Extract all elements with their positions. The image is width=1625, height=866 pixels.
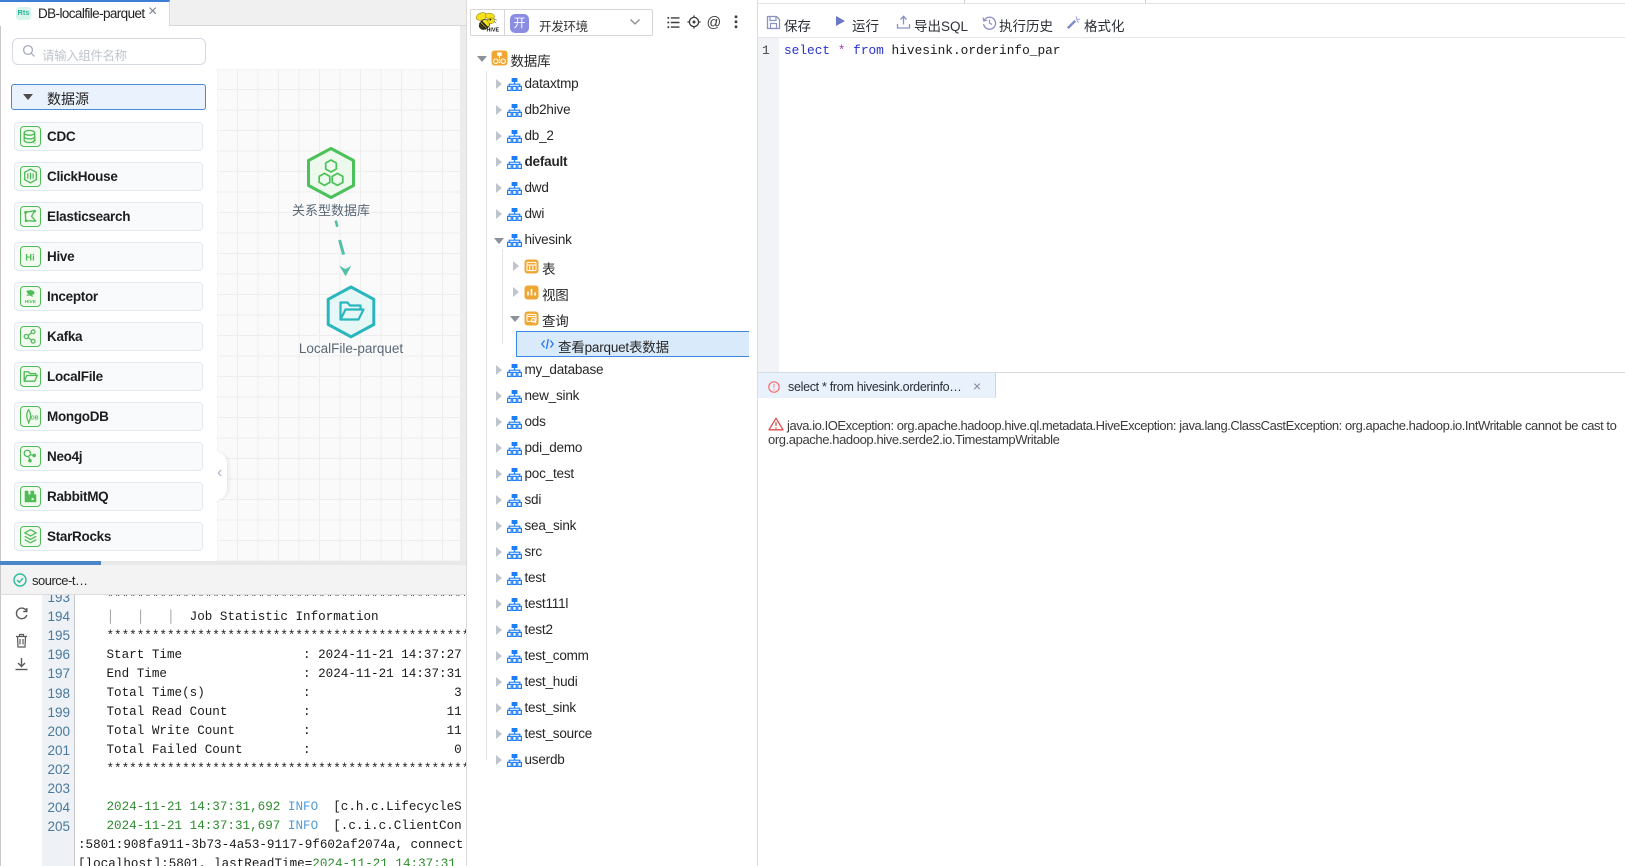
svg-text:DB: DB: [31, 416, 39, 422]
svg-text:HIVE: HIVE: [25, 299, 37, 305]
svg-text:HIVE: HIVE: [487, 28, 500, 34]
svg-text:Hi: Hi: [25, 253, 34, 264]
svg-text:C: C: [33, 139, 37, 145]
